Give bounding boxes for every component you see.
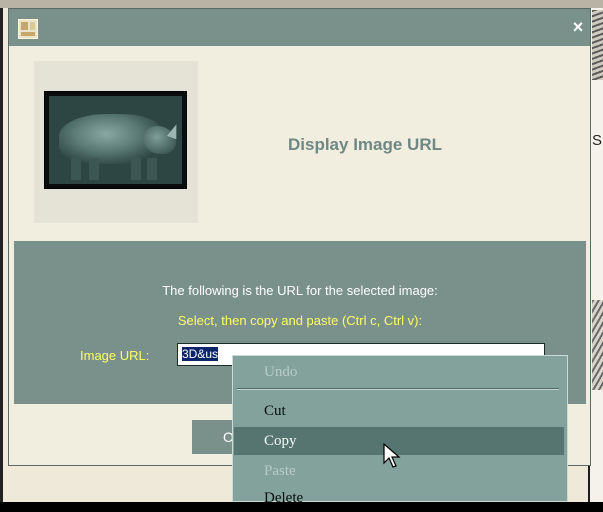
instruction-text: Select, then copy and paste (Ctrl c, Ctr… (177, 313, 423, 328)
menu-item-delete[interactable]: Delete (234, 484, 564, 512)
url-label: Image URL: (80, 348, 150, 363)
context-menu: Undo Cut Copy Paste Delete (232, 355, 568, 506)
info-text: The following is the URL for the selecte… (162, 283, 438, 298)
dialog-heading: Display Image URL (288, 135, 442, 154)
menu-separator (237, 388, 559, 390)
arrow-cursor-icon (383, 443, 401, 468)
thumbnail-frame (34, 61, 198, 223)
close-icon[interactable]: × (570, 17, 586, 37)
background-top-strip (0, 0, 603, 8)
menu-item-cut[interactable]: Cut (234, 397, 564, 425)
window-app-icon (18, 19, 38, 39)
url-selected-text: 3D&us (182, 347, 219, 361)
background-partial-text: S (592, 132, 603, 149)
menu-item-undo[interactable]: Undo (234, 358, 564, 386)
rhino-thumbnail-image (44, 91, 187, 189)
background-artwork-top (592, 10, 603, 80)
background-artwork-bottom (592, 300, 603, 390)
dialog-titlebar[interactable]: × (9, 9, 590, 46)
